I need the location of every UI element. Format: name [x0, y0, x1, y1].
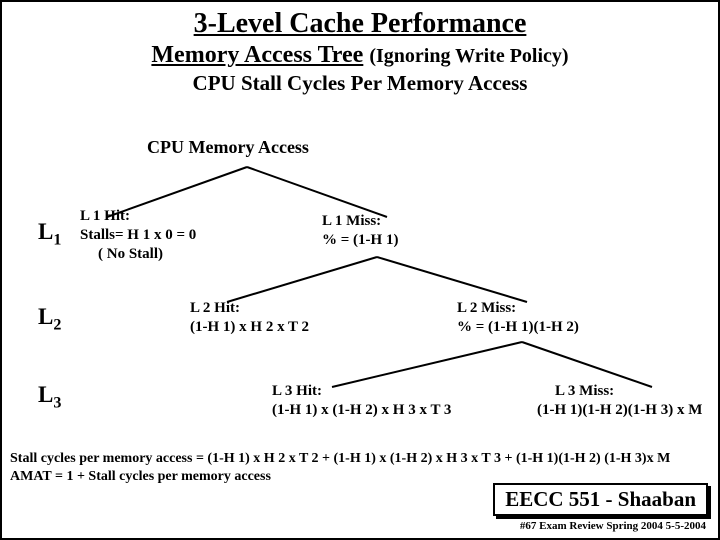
l3-letter: L	[38, 382, 53, 407]
node-l2-miss: L 2 Miss: % = (1-H 1)(1-H 2)	[457, 299, 579, 337]
l2-letter: L	[38, 304, 53, 329]
l1hit-line2: Stalls= H 1 x 0 = 0	[80, 226, 196, 245]
line3: CPU Stall Cycles Per Memory Access	[2, 71, 718, 96]
footnote: #67 Exam Review Spring 2004 5-5-2004	[520, 520, 706, 532]
l1hit-line3: ( No Stall)	[80, 245, 196, 264]
l2hit-line2: (1-H 1) x H 2 x T 2	[190, 318, 309, 337]
node-l1-miss: L 1 Miss: % = (1-H 1)	[322, 212, 398, 250]
l2miss-line1: L 2 Miss:	[457, 299, 579, 318]
l1miss-line1: L 1 Miss:	[322, 212, 398, 231]
node-root: CPU Memory Access	[147, 137, 309, 158]
l3hit-line2: (1-H 1) x (1-H 2) x H 3 x T 3	[272, 401, 451, 420]
subtitle: Memory Access Tree (Ignoring Write Polic…	[2, 42, 718, 69]
node-l2-hit: L 2 Hit: (1-H 1) x H 2 x T 2	[190, 299, 309, 337]
l1hit-line1: L 1 Hit:	[80, 207, 196, 226]
level-l1: L1	[38, 219, 61, 250]
level-l2: L2	[38, 304, 61, 335]
subtitle-main: Memory Access Tree	[151, 42, 363, 68]
subtitle-paren: (Ignoring Write Policy)	[369, 45, 568, 67]
l2-sub: 2	[53, 317, 61, 334]
l3miss-line2: (1-H 1)(1-H 2)(1-H 3) x M	[537, 401, 702, 420]
l1miss-line2: % = (1-H 1)	[322, 231, 398, 250]
formula-stall: Stall cycles per memory access = (1-H 1)…	[10, 450, 670, 468]
l3-sub: 3	[53, 395, 61, 412]
slide-frame: 3-Level Cache Performance Memory Access …	[0, 0, 720, 540]
l2hit-line1: L 2 Hit:	[190, 299, 309, 318]
l3miss-line1: L 3 Miss:	[537, 382, 702, 401]
course-box: EECC 551 - Shaaban	[493, 483, 708, 516]
l3hit-line1: L 3 Hit:	[272, 382, 451, 401]
l1-letter: L	[38, 219, 53, 244]
node-l3-miss: L 3 Miss: (1-H 1)(1-H 2)(1-H 3) x M	[537, 382, 702, 420]
formula-amat: AMAT = 1 + Stall cycles per memory acces…	[10, 468, 271, 486]
node-l3-hit: L 3 Hit: (1-H 1) x (1-H 2) x H 3 x T 3	[272, 382, 451, 420]
title: 3-Level Cache Performance	[2, 8, 718, 40]
level-l3: L3	[38, 382, 61, 413]
l1-sub: 1	[53, 232, 61, 249]
node-l1-hit: L 1 Hit: Stalls= H 1 x 0 = 0 ( No Stall)	[80, 207, 196, 263]
l2miss-line2: % = (1-H 1)(1-H 2)	[457, 318, 579, 337]
